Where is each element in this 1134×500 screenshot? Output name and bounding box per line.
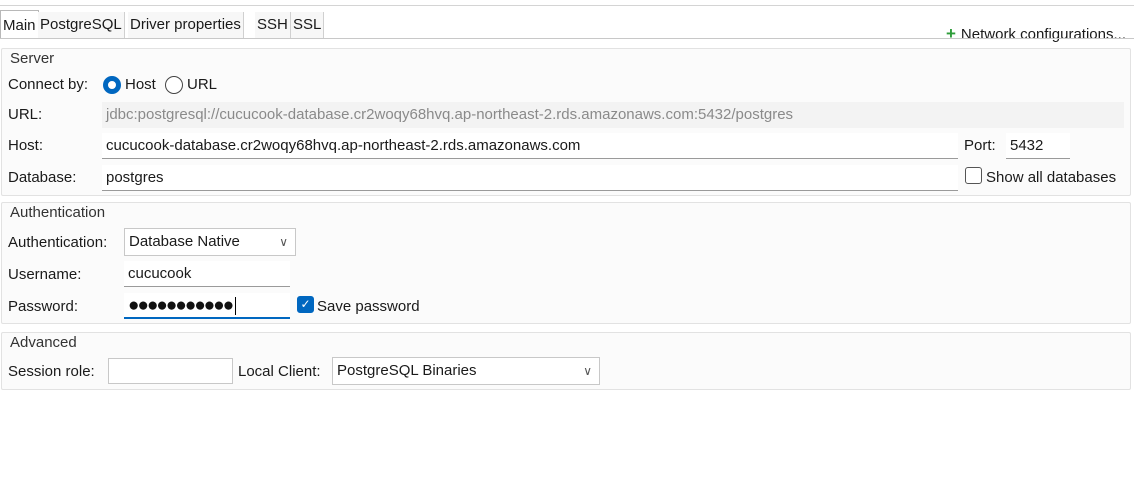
advanced-group-title: Advanced — [10, 334, 77, 351]
host-radio[interactable] — [103, 76, 121, 94]
authentication-dropdown[interactable]: Database Native ∨ — [124, 228, 296, 256]
username-label: Username: — [8, 266, 82, 283]
password-label: Password: — [8, 298, 79, 315]
server-group: Server Connect by: Host URL URL: jdbc:po… — [1, 48, 1131, 196]
chevron-down-icon: ∨ — [279, 235, 288, 249]
url-label: URL: — [8, 106, 43, 123]
advanced-group: Advanced Session role: Local Client: Pos… — [1, 332, 1131, 390]
show-all-databases-checkbox[interactable] — [965, 167, 982, 184]
authentication-group-title: Authentication — [10, 204, 106, 221]
host-radio-label[interactable]: Host — [125, 73, 156, 97]
password-mask: ●●●●●●●●●●● — [128, 295, 234, 316]
network-configurations-button[interactable]: + Network configurations... — [946, 22, 1126, 46]
connect-by-label: Connect by: — [8, 76, 89, 93]
url-field: jdbc:postgresql://cucucook-database.cr2w… — [102, 102, 1124, 128]
show-all-databases-label[interactable]: Show all databases — [986, 166, 1116, 190]
top-divider — [0, 5, 1134, 6]
host-field[interactable]: cucucook-database.cr2woqy68hvq.ap-northe… — [102, 133, 958, 159]
checkmark-icon: ✓ — [300, 297, 311, 311]
session-role-label: Session role: — [8, 363, 95, 380]
save-password-checkbox[interactable]: ✓ — [297, 296, 314, 313]
host-label: Host: — [8, 137, 44, 154]
server-group-title: Server — [10, 50, 55, 67]
port-field[interactable]: 5432 — [1006, 133, 1070, 159]
database-field[interactable]: postgres — [102, 165, 958, 191]
url-radio-label[interactable]: URL — [187, 73, 217, 97]
chevron-down-icon: ∨ — [583, 364, 592, 378]
tab-postgresql[interactable]: PostgreSQL — [38, 12, 125, 38]
url-radio[interactable] — [165, 76, 183, 94]
network-configurations-label: Network configurations... — [960, 26, 1126, 43]
username-field[interactable]: cucucook — [124, 261, 290, 287]
tab-driver-properties[interactable]: Driver properties — [128, 12, 244, 38]
tab-underline — [0, 38, 1134, 39]
tab-main[interactable]: Main — [0, 10, 39, 39]
local-client-dropdown[interactable]: PostgreSQL Binaries ∨ — [332, 357, 600, 385]
local-client-dropdown-value: PostgreSQL Binaries — [337, 362, 477, 379]
authentication-group: Authentication Authentication: Database … — [1, 202, 1131, 324]
tab-bar: Main PostgreSQL Driver properties SSH SS… — [0, 10, 1134, 43]
password-field[interactable]: ●●●●●●●●●●● — [124, 293, 290, 319]
authentication-dropdown-value: Database Native — [129, 233, 240, 250]
local-client-label: Local Client: — [238, 363, 321, 380]
save-password-label[interactable]: Save password — [317, 295, 420, 319]
authentication-label: Authentication: — [8, 234, 108, 251]
port-label: Port: — [964, 137, 996, 154]
text-cursor — [235, 296, 237, 315]
tab-ssh[interactable]: SSH — [255, 12, 291, 38]
session-role-field[interactable] — [108, 358, 233, 384]
tab-ssl[interactable]: SSL — [291, 12, 325, 38]
plus-icon: + — [945, 24, 956, 43]
database-label: Database: — [8, 169, 77, 186]
